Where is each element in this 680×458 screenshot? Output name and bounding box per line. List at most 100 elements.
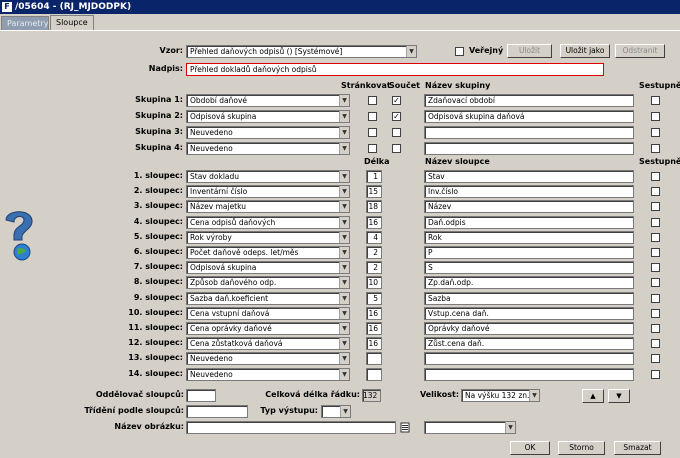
column-name-input[interactable]: Daň.odpis (424, 215, 634, 229)
column-select[interactable]: Počet daňově odeps. let/měs ▼ (186, 246, 350, 259)
column-select[interactable]: Stav dokladu ▼ (186, 170, 350, 183)
tab-parametry[interactable]: Parametry (1, 16, 49, 31)
chevron-down-icon[interactable]: ▼ (339, 338, 349, 350)
column-length-input[interactable]: 10 (366, 276, 382, 290)
group-select[interactable]: Období daňové ▼ (186, 94, 350, 107)
column-sestupne-checkbox[interactable] (651, 187, 660, 197)
column-select[interactable]: Cena odpisů daňových ▼ (186, 215, 350, 229)
column-name-input[interactable]: P (424, 246, 634, 259)
column-name-input[interactable]: Stav (424, 170, 634, 183)
chevron-down-icon[interactable]: ▼ (339, 127, 349, 138)
column-length-input[interactable]: 4 (366, 230, 382, 244)
soucet-checkbox[interactable]: ✓ (392, 96, 401, 105)
group-sestupne-checkbox[interactable] (651, 112, 660, 121)
move-up-button[interactable]: ▲ (582, 389, 604, 403)
group-name-input[interactable] (424, 126, 634, 139)
column-length-input[interactable]: 18 (366, 200, 382, 214)
group-name-input[interactable] (424, 142, 634, 155)
chevron-down-icon[interactable]: ▼ (339, 111, 349, 122)
column-sestupne-checkbox[interactable] (651, 217, 660, 227)
column-select[interactable]: Neuvedeno ▼ (186, 352, 350, 366)
vzor-select[interactable]: Přehled daňových odpisů () [Systémové] ▼ (186, 45, 417, 58)
verejny-checkbox[interactable] (455, 47, 464, 56)
chevron-down-icon[interactable]: ▼ (339, 262, 349, 274)
column-length-input[interactable]: 2 (366, 261, 382, 275)
column-sestupne-checkbox[interactable] (651, 248, 660, 257)
column-sestupne-checkbox[interactable] (651, 263, 660, 273)
chevron-down-icon[interactable]: ▼ (339, 201, 349, 213)
column-name-input[interactable]: Oprávky daňové (424, 322, 634, 335)
chevron-down-icon[interactable]: ▼ (339, 323, 349, 334)
column-name-input[interactable] (424, 367, 634, 381)
chevron-down-icon[interactable]: ▼ (505, 422, 515, 433)
group-select[interactable]: Neuvedeno ▼ (186, 142, 350, 155)
soucet-checkbox[interactable]: ✓ (392, 112, 401, 121)
column-length-input[interactable]: 16 (366, 215, 382, 229)
ulozit-jako-button[interactable]: Uložit jako (560, 44, 610, 58)
group-sestupne-checkbox[interactable] (651, 128, 660, 137)
trideni-input[interactable] (186, 405, 248, 418)
chevron-down-icon[interactable]: ▼ (339, 292, 349, 304)
nadpis-input[interactable]: Přehled dokladů daňových odpisů (186, 63, 604, 76)
group-select[interactable]: Neuvedeno ▼ (186, 126, 350, 139)
chevron-down-icon[interactable]: ▼ (529, 390, 539, 401)
column-name-input[interactable]: Sazba (424, 291, 634, 305)
chevron-down-icon[interactable]: ▼ (339, 307, 349, 319)
column-select[interactable]: Cena zůstatková daňová ▼ (186, 337, 350, 351)
oddelovac-input[interactable] (186, 389, 216, 402)
column-select[interactable]: Odpisová skupina ▼ (186, 261, 350, 275)
chevron-down-icon[interactable]: ▼ (339, 216, 349, 228)
column-length-input[interactable] (366, 352, 382, 366)
move-down-button[interactable]: ▼ (608, 389, 630, 403)
group-sestupne-checkbox[interactable] (651, 144, 660, 153)
column-name-input[interactable]: Rok (424, 230, 634, 244)
tab-sloupce[interactable]: Sloupce (50, 15, 94, 31)
column-sestupne-checkbox[interactable] (651, 354, 660, 364)
soucet-checkbox[interactable] (392, 144, 401, 153)
column-sestupne-checkbox[interactable] (651, 324, 660, 333)
column-name-input[interactable]: Název (424, 200, 634, 214)
column-select[interactable]: Cena vstupní daňová ▼ (186, 306, 350, 320)
obrazek-select[interactable]: ▼ (424, 421, 516, 434)
column-sestupne-checkbox[interactable] (651, 369, 660, 379)
chevron-down-icon[interactable]: ▼ (339, 231, 349, 243)
column-name-input[interactable]: Zp.daň.odp. (424, 276, 634, 290)
nazev-obrazku-input[interactable] (186, 421, 396, 434)
column-length-input[interactable]: 5 (366, 291, 382, 305)
column-select[interactable]: Rok výroby ▼ (186, 230, 350, 244)
chevron-down-icon[interactable]: ▼ (339, 277, 349, 289)
column-length-input[interactable]: 16 (366, 337, 382, 351)
ok-button[interactable]: OK (510, 441, 550, 455)
column-name-input[interactable] (424, 352, 634, 366)
chevron-down-icon[interactable]: ▼ (339, 95, 349, 106)
column-name-input[interactable]: Vstup.cena daň. (424, 306, 634, 320)
column-sestupne-checkbox[interactable] (651, 293, 660, 303)
browse-icon[interactable] (400, 422, 410, 433)
group-sestupne-checkbox[interactable] (651, 96, 660, 105)
typ-vystupu-select[interactable]: ▼ (321, 405, 351, 418)
chevron-down-icon[interactable]: ▼ (339, 368, 349, 380)
column-sestupne-checkbox[interactable] (651, 232, 660, 242)
chevron-down-icon[interactable]: ▼ (340, 406, 350, 417)
velikost-select[interactable]: Na výšku 132 zn. ▼ (461, 389, 540, 402)
column-length-input[interactable]: 1 (366, 170, 382, 183)
group-name-input[interactable]: Odpisová skupina daňová (424, 110, 634, 123)
column-length-input[interactable] (366, 367, 382, 381)
chevron-down-icon[interactable]: ▼ (339, 353, 349, 365)
column-length-input[interactable]: 16 (366, 306, 382, 320)
column-name-input[interactable]: Zůst.cena daň. (424, 337, 634, 351)
group-name-input[interactable]: Zdaňovací období (424, 94, 634, 107)
chevron-down-icon[interactable]: ▼ (406, 46, 416, 57)
column-select[interactable]: Sazba daň.koeficient ▼ (186, 291, 350, 305)
odstranit-button[interactable]: Odstranit (615, 44, 665, 58)
chevron-down-icon[interactable]: ▼ (339, 247, 349, 258)
column-select[interactable]: Inventární číslo ▼ (186, 185, 350, 199)
column-select[interactable]: Neuvedeno ▼ (186, 367, 350, 381)
smazat-button[interactable]: Smazat (614, 441, 661, 455)
storno-button[interactable]: Storno (558, 441, 605, 455)
strankovat-checkbox[interactable] (368, 144, 377, 153)
strankovat-checkbox[interactable] (368, 96, 377, 105)
chevron-down-icon[interactable]: ▼ (339, 143, 349, 154)
column-sestupne-checkbox[interactable] (651, 202, 660, 212)
column-sestupne-checkbox[interactable] (651, 172, 660, 181)
